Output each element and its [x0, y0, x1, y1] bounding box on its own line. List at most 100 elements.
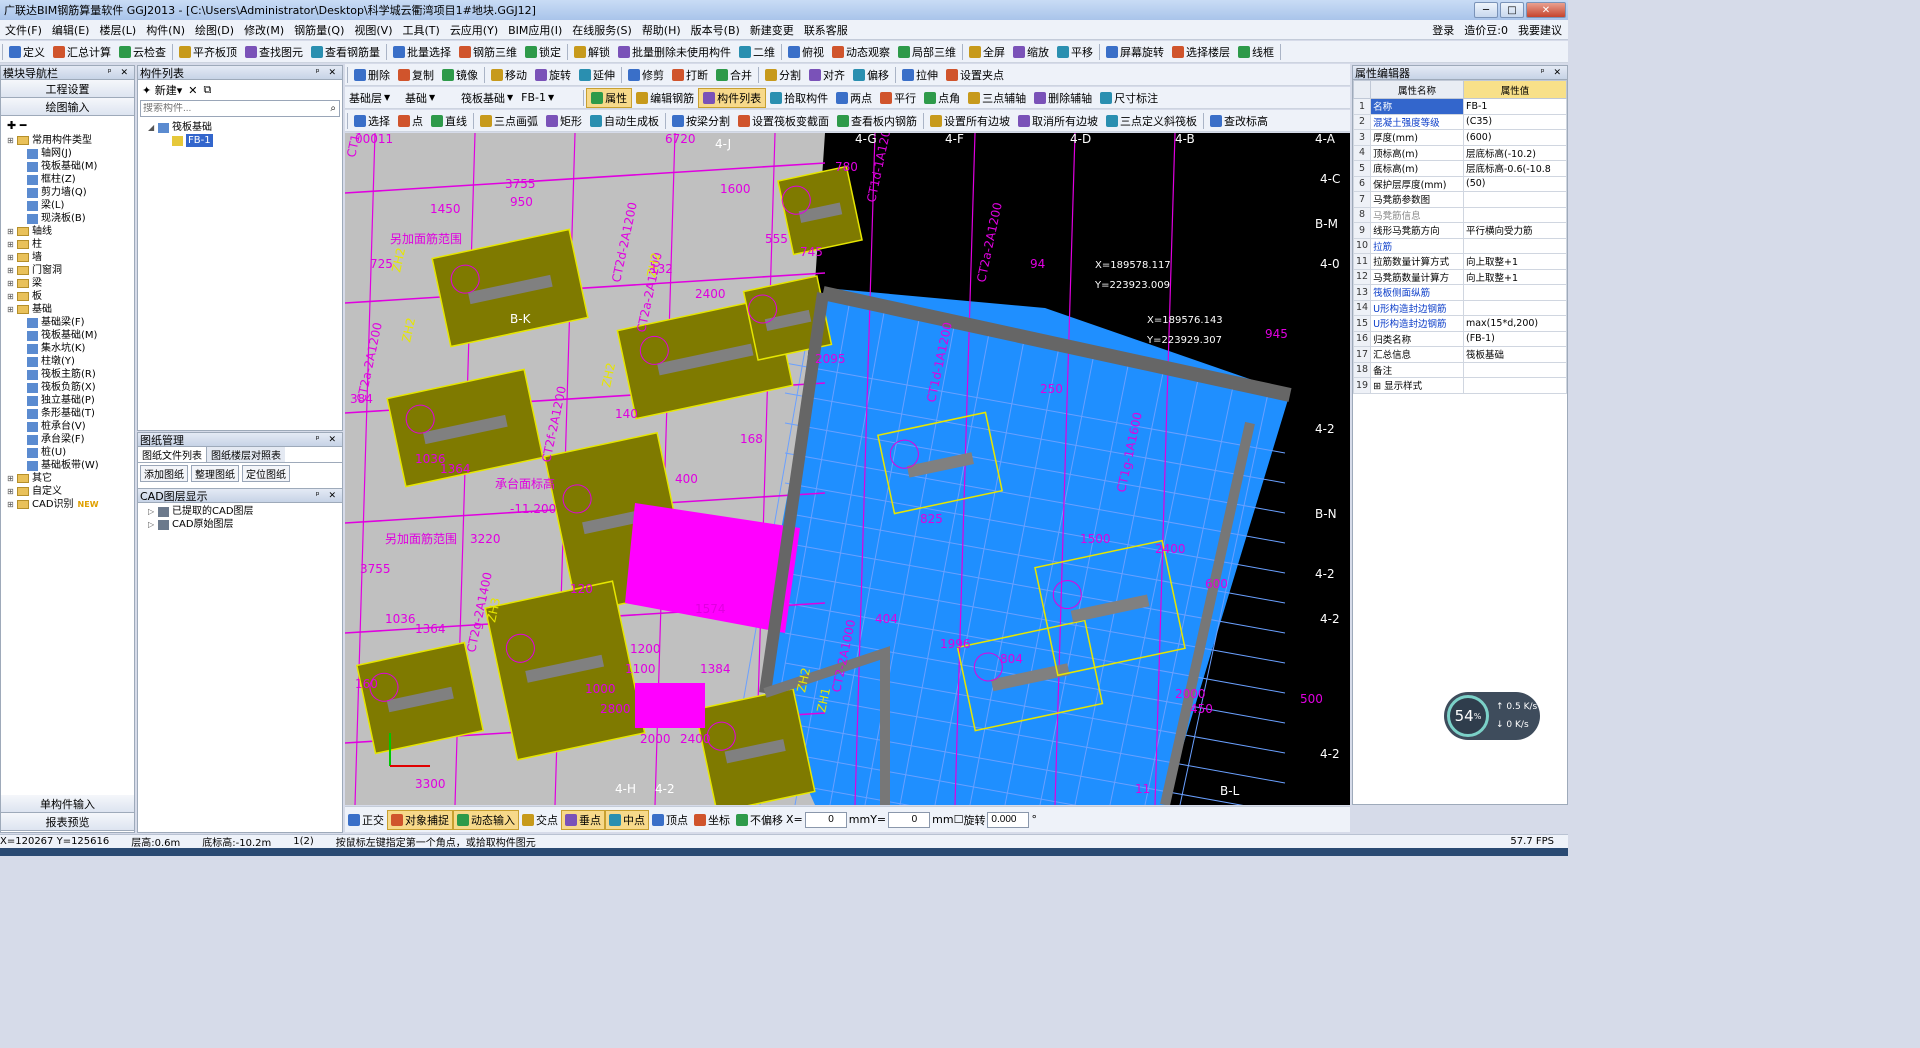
- tb4-btn-11[interactable]: 三点定义斜筏板: [1102, 111, 1201, 131]
- nav-tree-item-9[interactable]: ⊞ 墙: [1, 251, 134, 264]
- tab-drawing-files[interactable]: 图纸文件列表: [138, 447, 207, 462]
- property-value[interactable]: [1462, 377, 1568, 394]
- nav-tree-item-10[interactable]: ⊞ 门窗洞: [1, 264, 134, 277]
- drawing-btn-2[interactable]: 定位图纸: [242, 465, 290, 482]
- tb1-btn-4[interactable]: 查找图元: [241, 42, 307, 62]
- property-value[interactable]: (50): [1462, 175, 1568, 192]
- property-row[interactable]: 1 名称 FB-1: [1352, 98, 1568, 115]
- nav-tree-item-0[interactable]: ⊞ 常用构件类型: [1, 134, 134, 147]
- pin-icon[interactable]: ᵖ ✕: [316, 68, 342, 78]
- snap-btn-0[interactable]: 正交: [345, 810, 387, 830]
- property-row[interactable]: 7 马凳筋参数图: [1352, 191, 1568, 208]
- property-row[interactable]: 17 汇总信息 筏板基础: [1352, 346, 1568, 363]
- menu-item-4[interactable]: 绘图(D): [190, 22, 239, 38]
- property-row[interactable]: 8 马凳筋信息: [1352, 206, 1568, 223]
- select-member[interactable]: FB-1 ▼: [517, 88, 581, 108]
- property-row[interactable]: 9 线形马凳筋方向 平行横向受力筋: [1352, 222, 1568, 239]
- property-row[interactable]: 3 厚度(mm) (600): [1352, 129, 1568, 146]
- tb1-btn-3[interactable]: 平齐板顶: [175, 42, 241, 62]
- tb2-btn-3[interactable]: 移动: [487, 65, 531, 85]
- menu-item-14[interactable]: 新建变更: [745, 22, 799, 38]
- menu-item-0[interactable]: 文件(F): [0, 22, 47, 38]
- drawing-btn-0[interactable]: 添加图纸: [140, 465, 188, 482]
- cad-layer-extracted[interactable]: ▷ 已提取的CAD图层: [148, 505, 342, 518]
- tb3-btn-3[interactable]: 拾取构件: [766, 88, 832, 108]
- menu-item-7[interactable]: 视图(V): [349, 22, 397, 38]
- tb1-btn-16[interactable]: 缩放: [1009, 42, 1053, 62]
- delete-icon[interactable]: ✕: [188, 84, 197, 97]
- nav-tree-item-4[interactable]: 剪力墙(Q): [1, 186, 134, 199]
- expand-icon[interactable]: ⊞: [7, 485, 16, 498]
- select-floor_type[interactable]: 基础层 ▼: [345, 88, 401, 108]
- tb2-btn-10[interactable]: 对齐: [805, 65, 849, 85]
- tb1-btn-13[interactable]: 动态观察: [828, 42, 894, 62]
- property-value[interactable]: [1462, 191, 1568, 208]
- menu-item-11[interactable]: 在线服务(S): [567, 22, 637, 38]
- tb2-btn-5[interactable]: 延伸: [575, 65, 619, 85]
- menu-item-5[interactable]: 修改(M): [239, 22, 289, 38]
- property-value[interactable]: FB-1: [1462, 98, 1568, 115]
- tb4-btn-10[interactable]: 取消所有边坡: [1014, 111, 1102, 131]
- menu-right-item-1[interactable]: 造价豆:0: [1464, 22, 1508, 38]
- property-value[interactable]: 向上取整+1: [1462, 268, 1568, 285]
- pile-cap[interactable]: [694, 687, 816, 805]
- offset-x-input[interactable]: [804, 811, 847, 828]
- property-value[interactable]: 平行横向受力筋: [1462, 222, 1568, 239]
- property-row[interactable]: 15 U形构造封边钢筋 max(15*d,200): [1352, 315, 1568, 332]
- nav-tree-item-13[interactable]: ⊞ 基础: [1, 303, 134, 316]
- select-category[interactable]: 筏板基础 ▼: [457, 88, 517, 108]
- nav-tree-item-24[interactable]: 桩(U): [1, 446, 134, 459]
- pin-icon[interactable]: ᵖ ✕: [1541, 68, 1567, 78]
- expand-icon[interactable]: ⊞: [7, 251, 16, 264]
- nav-tree-item-23[interactable]: 承台梁(F): [1, 433, 134, 446]
- menu-item-9[interactable]: 云应用(Y): [445, 22, 503, 38]
- tb1-btn-11[interactable]: 二维: [735, 42, 779, 62]
- property-value[interactable]: [1462, 206, 1568, 223]
- nav-tree-item-17[interactable]: 柱墩(Y): [1, 355, 134, 368]
- expand-icon[interactable]: ▷: [148, 518, 157, 531]
- single-member-input-button[interactable]: 单构件输入: [1, 795, 134, 813]
- cad-layer-original[interactable]: ▷ CAD原始图层: [148, 518, 342, 531]
- tb2-btn-2[interactable]: 镜像: [438, 65, 482, 85]
- menu-item-12[interactable]: 帮助(H): [637, 22, 686, 38]
- tb1-btn-1[interactable]: 汇总计算: [49, 42, 115, 62]
- property-value[interactable]: 筏板基础: [1462, 346, 1568, 363]
- menu-item-10[interactable]: BIM应用(I): [503, 22, 567, 38]
- nav-tree-item-15[interactable]: 筏板基础(M): [1, 329, 134, 342]
- tb2-btn-7[interactable]: 打断: [668, 65, 712, 85]
- tb3-btn-5[interactable]: 平行: [876, 88, 920, 108]
- expand-icon[interactable]: ⊞: [7, 498, 16, 511]
- expand-all-icon[interactable]: ✚ ━: [7, 119, 26, 132]
- tb3-btn-2[interactable]: 构件列表: [698, 87, 767, 108]
- property-value[interactable]: 层底标高(-10.2): [1462, 144, 1568, 161]
- expand-icon[interactable]: ⊞: [7, 277, 16, 290]
- tb4-btn-0[interactable]: 选择: [350, 111, 394, 131]
- maximize-button[interactable]: □: [1500, 2, 1524, 18]
- tb4-btn-12[interactable]: 查改标高: [1206, 111, 1272, 131]
- property-value[interactable]: [1462, 299, 1568, 316]
- nav-tree-item-19[interactable]: 筏板负筋(X): [1, 381, 134, 394]
- tab-drawing-floor-map[interactable]: 图纸楼层对照表: [207, 447, 285, 462]
- menu-item-1[interactable]: 编辑(E): [47, 22, 95, 38]
- property-row[interactable]: 18 备注: [1352, 361, 1568, 378]
- tb4-btn-7[interactable]: 设置筏板变截面: [734, 111, 833, 131]
- tb3-btn-8[interactable]: 删除辅轴: [1030, 88, 1096, 108]
- tb2-btn-4[interactable]: 旋转: [531, 65, 575, 85]
- property-value[interactable]: 层底标高-0.6(-10.8: [1462, 160, 1568, 177]
- menu-item-15[interactable]: 联系客服: [799, 22, 853, 38]
- pin-icon[interactable]: ᵖ ✕: [316, 435, 342, 445]
- property-row[interactable]: 4 顶标高(m) 层底标高(-10.2): [1352, 144, 1568, 161]
- property-row[interactable]: 2 混凝土强度等级 (C35): [1352, 113, 1568, 130]
- property-value[interactable]: [1462, 361, 1568, 378]
- component-item-fb1[interactable]: FB-1: [148, 134, 342, 147]
- menu-right-item-2[interactable]: 我要建议: [1518, 22, 1562, 38]
- tb1-btn-17[interactable]: 平移: [1053, 42, 1097, 62]
- nav-tree-item-12[interactable]: ⊞ 板: [1, 290, 134, 303]
- draw-input-button[interactable]: 绘图输入: [1, 98, 134, 116]
- tb3-btn-4[interactable]: 两点: [832, 88, 876, 108]
- menu-item-6[interactable]: 钢筋量(Q): [289, 22, 349, 38]
- tb4-btn-2[interactable]: 直线: [427, 111, 471, 131]
- project-settings-button[interactable]: 工程设置: [1, 80, 134, 98]
- nav-tree-item-14[interactable]: 基础梁(F): [1, 316, 134, 329]
- property-value[interactable]: (C35): [1462, 113, 1568, 130]
